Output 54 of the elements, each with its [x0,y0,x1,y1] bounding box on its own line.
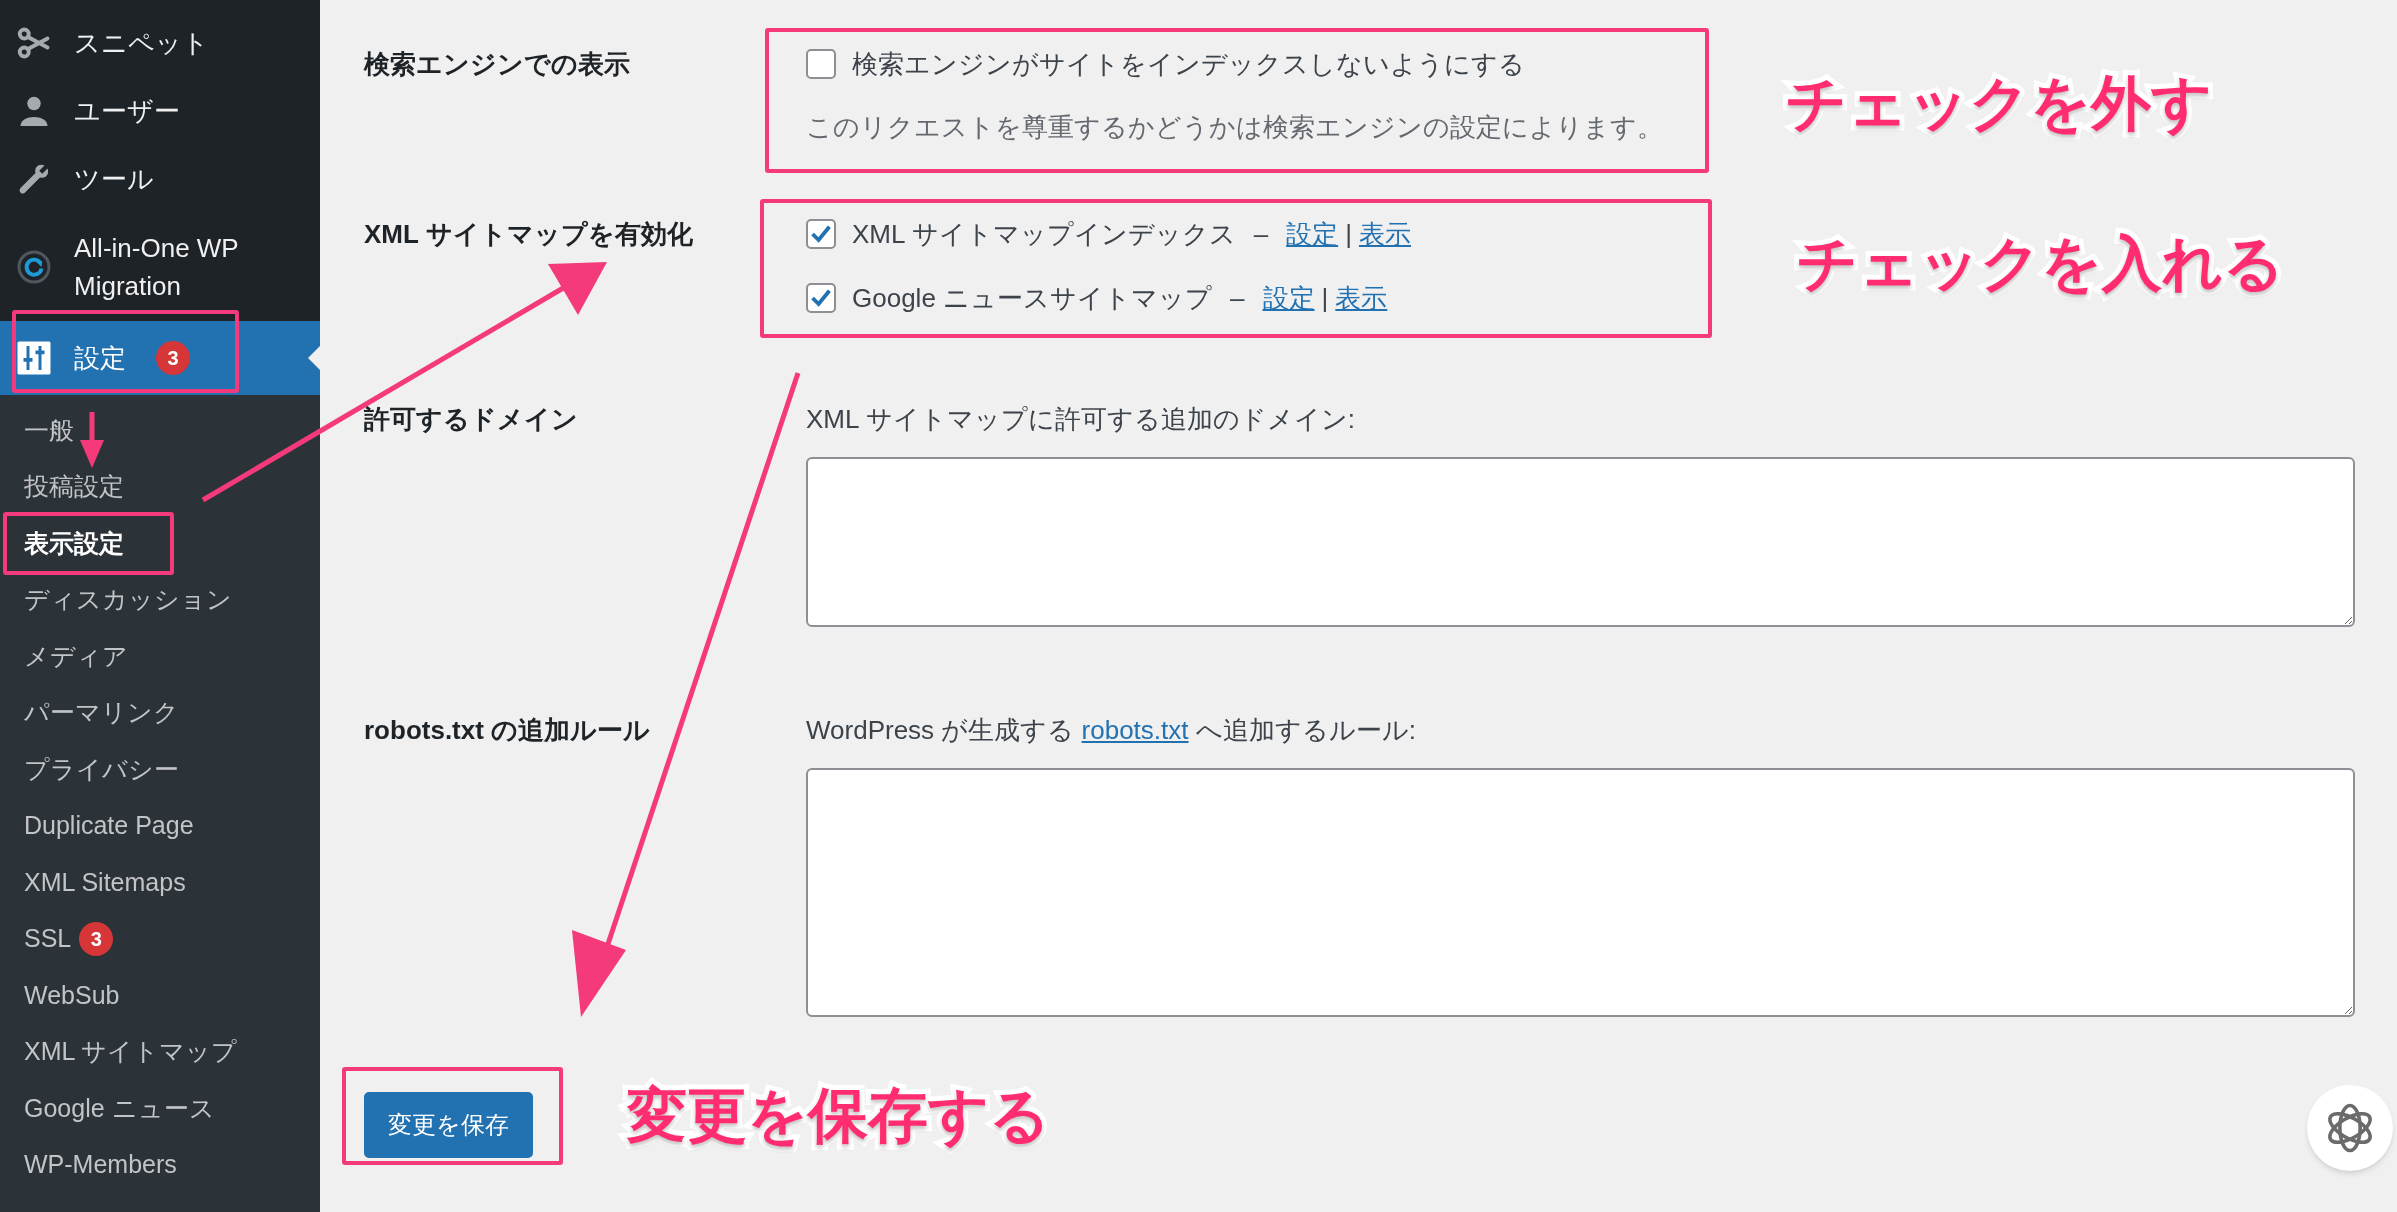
submenu-link[interactable]: SSL [24,920,72,958]
refresh-icon [16,249,52,285]
submenu-link[interactable]: WebSub [24,976,120,1014]
link-separator: | [1345,217,1352,251]
settings-link[interactable]: 表示 [1335,278,1388,318]
dash-separator: – [1230,281,1245,315]
notification-badge: 3 [156,341,190,375]
submenu-link[interactable]: XML Sitemaps [24,863,186,901]
submenu-link[interactable]: WP-Members [24,1146,177,1184]
checkbox[interactable] [806,283,836,313]
setting-label: robots.txt の追加ルール [364,714,652,747]
current-indicator [308,346,320,370]
submenu-link[interactable]: 表示設定 [24,524,124,562]
setting-label: 検索エンジンでの表示 [364,48,631,81]
submenu-link[interactable]: XML サイトマップ [24,1033,238,1071]
checkbox-label: XML サイトマップインデックス [852,217,1236,251]
dash-separator: – [1253,217,1269,251]
menu-item[interactable]: ツール [0,145,320,213]
field-description: XML サイトマップに許可する追加のドメイン: [806,403,1356,436]
settings-link[interactable]: 設定 [1262,278,1315,318]
menu-item[interactable]: All-in-One WP Migration [0,213,320,321]
input-field[interactable] [806,768,2355,1017]
scissors-icon [16,25,52,61]
submenu-link[interactable]: Google ニュース [24,1089,215,1127]
submenu-link[interactable]: プライバシー [24,750,179,788]
checkbox[interactable] [806,219,836,249]
notification-badge: 3 [79,921,114,956]
submenu-link[interactable]: ディスカッション [24,581,232,619]
menu-item[interactable]: スニペット [0,9,320,77]
link-separator: | [1321,281,1329,315]
description-text: このリクエストを尊重するかどうかは検索エンジンの設定によります。 [806,111,1663,144]
checkbox[interactable] [806,49,836,79]
annotation-text: チェックを外す [1786,69,2212,139]
setting-label: 許可するドメイン [364,403,579,436]
robots-link[interactable]: robots.txt [1081,715,1189,745]
settings-link[interactable]: 設定 [1286,214,1339,254]
submenu-link[interactable]: Duplicate Page [24,807,194,845]
arrow [80,412,104,468]
field-description: WordPress が生成する robots.txt へ追加するルール: [806,714,1417,747]
checkbox-label: Google ニュースサイトマップ [852,281,1213,315]
submenu-link[interactable]: メディア [24,637,128,675]
input-field[interactable] [806,457,2355,627]
menu-item[interactable]: ユーザー [0,77,320,145]
setting-label: XML サイトマップを有効化 [364,218,694,251]
menu-item[interactable]: 設定 3 [0,321,320,395]
submenu-link[interactable]: 投稿設定 [24,468,124,506]
settings-link[interactable]: 表示 [1358,214,1411,254]
submenu-link[interactable]: 一般 [24,411,74,449]
annotation-text: チェックを入れる [1797,229,2284,299]
settings-icon [16,340,52,376]
annotation-text: 変更を保存する [627,1081,1050,1151]
checkbox-label: 検索エンジンがサイトをインデックスしないようにする [852,47,1525,81]
save-button[interactable]: 変更を保存 [364,1092,533,1158]
submenu-link[interactable]: パーマリンク [24,694,179,732]
